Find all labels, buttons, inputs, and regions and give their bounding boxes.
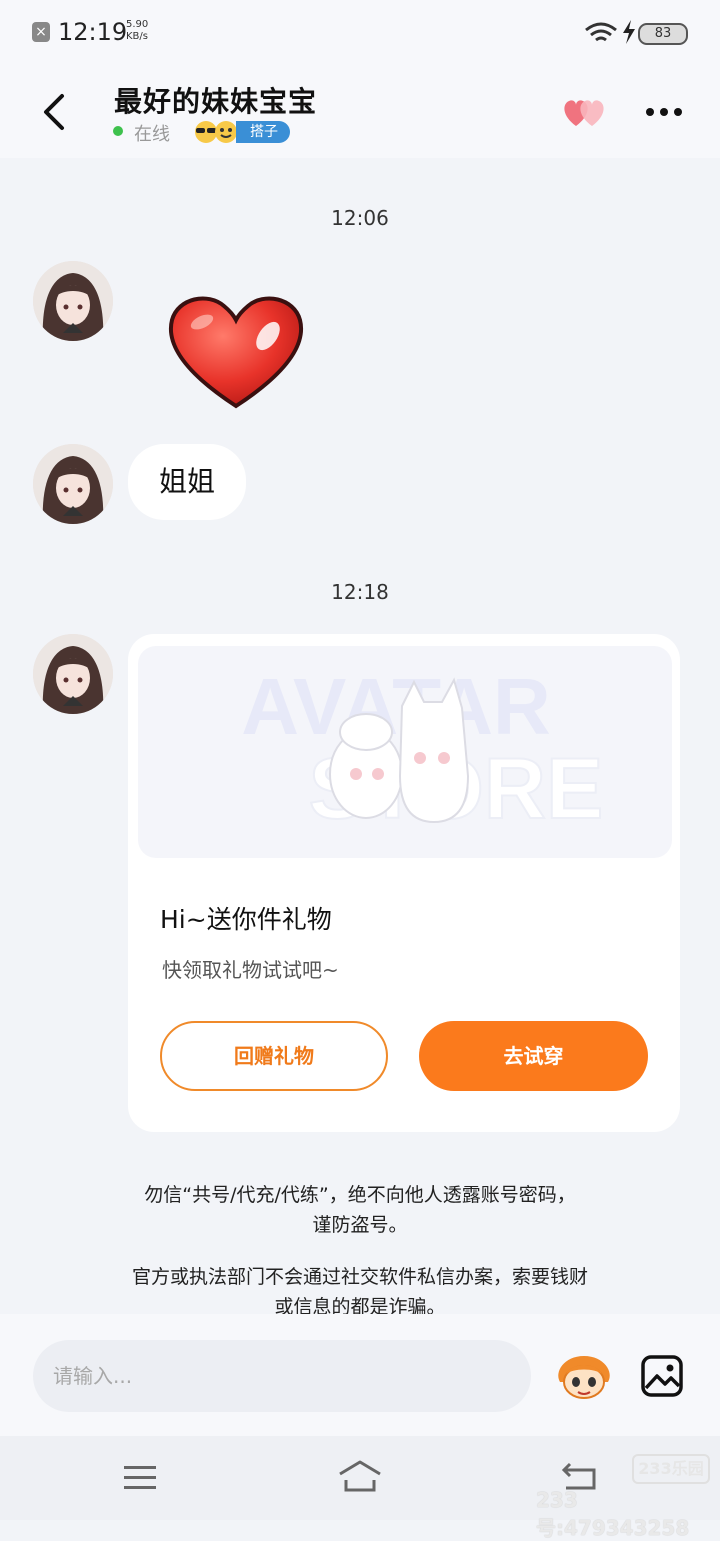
emoji-badge-icon bbox=[195, 121, 237, 143]
text-message-bubble[interactable]: 姐姐 bbox=[128, 444, 246, 520]
intimacy-hearts-icon[interactable] bbox=[560, 96, 610, 128]
avatar[interactable] bbox=[33, 444, 113, 524]
chat-header bbox=[0, 66, 720, 158]
more-options-icon[interactable] bbox=[644, 100, 684, 124]
menu-icon[interactable] bbox=[120, 1463, 160, 1493]
security-notice-2: 官方或执法部门不会通过社交软件私信办案，索要钱财 或信息的都是诈骗。 bbox=[131, 1266, 588, 1318]
notification-close-icon: × bbox=[32, 22, 50, 42]
try-on-button[interactable]: 去试穿 bbox=[419, 1021, 648, 1091]
message-input[interactable] bbox=[33, 1340, 531, 1412]
watermark-user-id: 233号:479343258 bbox=[536, 1488, 690, 1540]
gift-subtitle: 快领取礼物试试吧~ bbox=[162, 958, 339, 982]
avatar[interactable] bbox=[33, 634, 113, 714]
image-picker-icon[interactable] bbox=[640, 1354, 684, 1398]
charging-icon bbox=[623, 20, 635, 44]
avatar-store-watermark-line1: AVATAR bbox=[241, 662, 551, 751]
emoji-mascot-icon[interactable] bbox=[554, 1352, 614, 1400]
relationship-tag: 搭子 bbox=[236, 121, 290, 143]
gift-title: Hi~送你件礼物 bbox=[160, 905, 332, 934]
avatar-girl-icon bbox=[33, 444, 113, 524]
back-arrow-icon[interactable] bbox=[38, 92, 72, 132]
return-gift-button[interactable]: 回赠礼物 bbox=[160, 1021, 388, 1091]
watermark-logo: 233乐园 bbox=[632, 1454, 710, 1484]
online-status-text: 在线 bbox=[134, 124, 170, 145]
message-timestamp: 12:06 bbox=[331, 206, 389, 230]
home-icon[interactable] bbox=[336, 1458, 384, 1494]
avatar[interactable] bbox=[33, 261, 113, 341]
gift-preview-art: AVATAR STORE bbox=[241, 662, 604, 838]
heart-sticker-icon bbox=[168, 296, 304, 409]
gift-preview-image: AVATAR STORE bbox=[138, 646, 672, 858]
avatar-girl-icon bbox=[33, 634, 113, 714]
online-status-dot bbox=[113, 126, 123, 136]
avatar-girl-icon bbox=[33, 261, 113, 341]
battery-icon: 83 bbox=[638, 23, 688, 45]
network-speed: 5.90 KB/s bbox=[126, 19, 149, 42]
chat-title: 最好的妹妹宝宝 bbox=[114, 85, 318, 118]
message-timestamp: 12:18 bbox=[331, 580, 389, 604]
status-time: 12:19 bbox=[58, 18, 128, 46]
wifi-icon bbox=[585, 22, 617, 42]
security-notice-1: 勿信“共号/代充/代练”，绝不向他人透露账号密码， 谨防盗号。 bbox=[144, 1184, 576, 1236]
